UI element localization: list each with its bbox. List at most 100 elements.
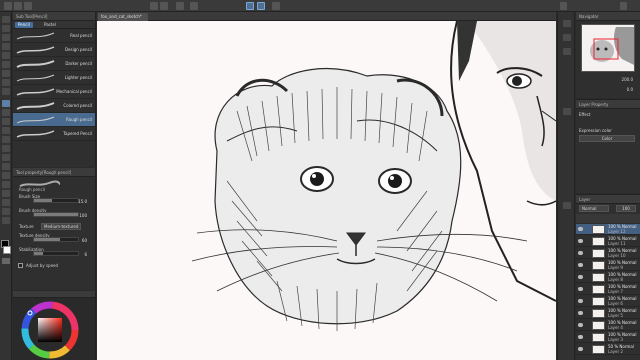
- layer-row[interactable]: 100 % Normal Layer 4: [576, 320, 640, 331]
- frame-tool-icon[interactable]: [2, 181, 10, 188]
- layer-thumbnail: [592, 321, 605, 330]
- layer-row[interactable]: 100 % Normal Layer 10: [576, 248, 640, 259]
- rotation-value[interactable]: 0.0: [627, 87, 633, 92]
- texture-density-row: Texture density 60: [13, 232, 95, 246]
- layer-row[interactable]: 100 % Normal Layer 5: [576, 308, 640, 319]
- color-wheel[interactable]: [21, 301, 79, 359]
- layer-name: Layer 8: [608, 277, 623, 282]
- adjust-speed-checkbox[interactable]: [18, 263, 23, 268]
- sub-color-swatch[interactable]: [3, 246, 11, 254]
- ruler-snap-icon[interactable]: [257, 2, 265, 10]
- ruler-tool-icon[interactable]: [2, 190, 10, 197]
- layer-row[interactable]: 100 % Normal Layer 8: [576, 272, 640, 283]
- sub-tool-item[interactable]: Colored pencil: [13, 99, 95, 113]
- texture-density-value: 60: [81, 238, 87, 243]
- sub-tool-item[interactable]: Mechanical pencil: [13, 85, 95, 99]
- visibility-eye-icon[interactable]: [578, 263, 583, 267]
- gradient-tool-icon[interactable]: [2, 163, 10, 170]
- save-icon[interactable]: [24, 2, 32, 10]
- correct-line-tool-icon[interactable]: [2, 217, 10, 224]
- history-panel-icon[interactable]: [563, 48, 571, 55]
- visibility-eye-icon[interactable]: [578, 227, 583, 231]
- pencil-tool-icon[interactable]: [2, 100, 10, 107]
- selection-tool-icon[interactable]: [2, 52, 10, 59]
- marker-tool-icon[interactable]: [2, 88, 10, 95]
- operation-tool-icon[interactable]: [2, 34, 10, 41]
- visibility-eye-icon[interactable]: [578, 251, 583, 255]
- layer-property-panel-icon[interactable]: [563, 108, 571, 115]
- pen-tool-icon[interactable]: [2, 79, 10, 86]
- visibility-eye-icon[interactable]: [578, 275, 583, 279]
- texture-density-slider[interactable]: [33, 237, 79, 242]
- layer-row[interactable]: 100 % Normal Layer 9: [576, 260, 640, 271]
- app-window: Sub Tool[Pencil] Pencil Pastel Real penc…: [0, 0, 640, 360]
- material-panel-icon[interactable]: [563, 34, 571, 41]
- layer-row[interactable]: 100 % Normal Layer 3: [576, 332, 640, 343]
- brush-stroke-icon: [16, 88, 55, 96]
- undo-icon[interactable]: [150, 2, 158, 10]
- sub-tool-item[interactable]: Real pencil: [13, 29, 95, 43]
- fill-tool-icon[interactable]: [2, 154, 10, 161]
- texture-select[interactable]: Medium-textured: [41, 223, 81, 230]
- figure-tool-icon[interactable]: [2, 172, 10, 179]
- visibility-eye-icon[interactable]: [578, 347, 583, 351]
- navigator-panel-icon[interactable]: [563, 20, 571, 27]
- document-tab[interactable]: fox_and_cat_sketch*: [98, 13, 148, 21]
- zoom-value[interactable]: 200.0: [622, 77, 633, 82]
- sub-tool-item[interactable]: Darker pencil: [13, 57, 95, 71]
- navigator-preview[interactable]: [581, 24, 635, 72]
- brush-stroke-icon: [16, 74, 55, 82]
- visibility-eye-icon[interactable]: [578, 335, 583, 339]
- stabilization-row: Stabilization 6: [13, 246, 95, 260]
- sub-tool-item[interactable]: Rough pencil: [13, 113, 95, 127]
- settings-icon[interactable]: [620, 2, 627, 10]
- visibility-eye-icon[interactable]: [578, 299, 583, 303]
- brush-size-slider[interactable]: [33, 198, 79, 203]
- minimize-icon[interactable]: [560, 2, 567, 10]
- tab-pencil[interactable]: Pencil: [15, 22, 33, 28]
- expression-color-select[interactable]: Color: [579, 135, 635, 142]
- grid-icon[interactable]: [272, 2, 280, 10]
- visibility-eye-icon[interactable]: [578, 239, 583, 243]
- visibility-eye-icon[interactable]: [578, 311, 583, 315]
- airbrush-tool-icon[interactable]: [2, 118, 10, 125]
- layer-thumbnail: [592, 285, 605, 294]
- sub-tool-item[interactable]: Design pencil: [13, 43, 95, 57]
- brush-density-slider[interactable]: [33, 212, 79, 217]
- transform-icon[interactable]: [190, 2, 198, 10]
- hand-tool-icon[interactable]: [2, 25, 10, 32]
- blend-tool-icon[interactable]: [2, 145, 10, 152]
- redo-icon[interactable]: [160, 2, 168, 10]
- eyedropper-tool-icon[interactable]: [2, 70, 10, 77]
- visibility-eye-icon[interactable]: [578, 323, 583, 327]
- sub-tool-panel: Sub Tool[Pencil] Pencil Pastel Real penc…: [13, 12, 96, 167]
- layer-row[interactable]: 100 % Normal Layer 11: [576, 236, 640, 247]
- layer-thumbnail: [592, 309, 605, 318]
- move-tool-icon[interactable]: [2, 43, 10, 50]
- zoom-tool-icon[interactable]: [2, 16, 10, 23]
- sub-tool-item[interactable]: Tapered Pencil: [13, 127, 95, 141]
- layer-row[interactable]: 50 % Normal Layer 2: [576, 344, 640, 355]
- layer-panel-icon[interactable]: [563, 202, 571, 209]
- layer-row[interactable]: 100 % Normal Layer 12: [576, 224, 640, 235]
- decoration-tool-icon[interactable]: [2, 127, 10, 134]
- lasso-tool-icon[interactable]: [2, 61, 10, 68]
- new-icon[interactable]: [4, 2, 12, 10]
- text-tool-icon[interactable]: [2, 199, 10, 206]
- eraser-tool-icon[interactable]: [2, 136, 10, 143]
- snap-icon[interactable]: [246, 2, 254, 10]
- transparent-color-icon[interactable]: [2, 258, 10, 264]
- brush-tool-icon[interactable]: [2, 109, 10, 116]
- stabilization-slider[interactable]: [33, 251, 79, 256]
- sub-tool-item[interactable]: Lighter pencil: [13, 71, 95, 85]
- open-icon[interactable]: [14, 2, 22, 10]
- layer-row[interactable]: 100 % Normal Layer 6: [576, 296, 640, 307]
- tab-pastel[interactable]: Pastel: [41, 22, 59, 28]
- clear-icon[interactable]: [176, 2, 184, 10]
- visibility-eye-icon[interactable]: [578, 287, 583, 291]
- balloon-tool-icon[interactable]: [2, 208, 10, 215]
- layer-row[interactable]: 100 % Normal Layer 7: [576, 284, 640, 295]
- layer-opacity-value[interactable]: 100: [616, 205, 636, 212]
- blend-mode-select[interactable]: Normal: [579, 205, 609, 212]
- canvas[interactable]: [97, 21, 556, 360]
